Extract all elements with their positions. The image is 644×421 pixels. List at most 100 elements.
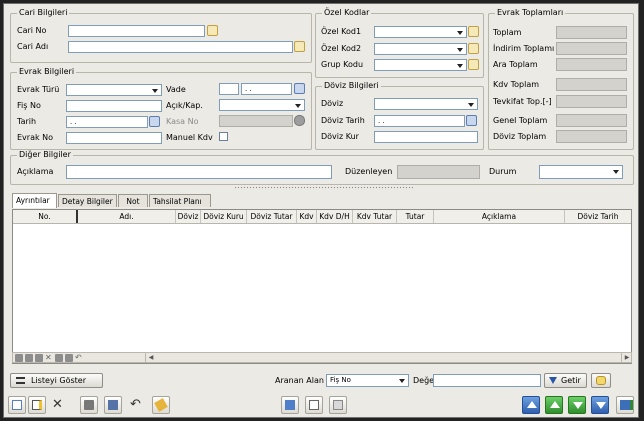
kasa-no-label: Kasa No <box>166 117 199 126</box>
getir-button[interactable]: Getir <box>544 373 587 388</box>
col-doviz[interactable]: Döviz <box>176 210 201 223</box>
aciklama-field[interactable] <box>66 165 332 179</box>
scroll-left-icon[interactable]: ◀ <box>145 353 156 362</box>
vade-date-field[interactable]: . . <box>241 83 292 95</box>
doviz-kur-field[interactable] <box>374 131 478 143</box>
save-icon <box>108 400 118 410</box>
last-record-icon <box>596 402 606 409</box>
ozel-kod1-label: Özel Kod1 <box>321 27 362 36</box>
col-doviz-tarih[interactable]: Döviz Tarih <box>565 210 631 223</box>
toplam-field <box>556 26 627 39</box>
nav-cancel-icon[interactable]: ↶ <box>75 354 83 362</box>
diger-bilgiler-title: Diğer Bilgiler <box>17 150 73 160</box>
deger-field[interactable] <box>433 374 541 387</box>
col-aciklama[interactable]: Açıklama <box>434 210 565 223</box>
grup-kodu-search-icon[interactable] <box>468 59 479 70</box>
evrak-turu-select[interactable] <box>66 84 162 96</box>
first-record-button[interactable] <box>522 396 540 414</box>
nav-edit-icon[interactable] <box>55 354 63 362</box>
cari-no-field[interactable] <box>68 25 205 37</box>
undo-icon: ↶ <box>130 397 141 412</box>
next-record-button[interactable] <box>568 396 586 414</box>
cari-adi-search-icon[interactable] <box>294 41 305 52</box>
nav-delete-icon[interactable]: ✕ <box>45 354 53 362</box>
col-kdv[interactable]: Kdv <box>297 210 317 223</box>
vade-calendar-icon[interactable] <box>294 83 305 94</box>
edit-document-button[interactable] <box>28 396 46 414</box>
duzenleyen-label: Düzenleyen <box>345 167 393 176</box>
search-person-button[interactable] <box>591 373 611 388</box>
tab-ayrintilar[interactable]: Ayrıntılar <box>12 193 57 208</box>
undo-button[interactable]: ↶ <box>126 396 144 414</box>
calculator-button[interactable] <box>281 396 299 414</box>
col-kdv-dh[interactable]: Kdv D/H <box>317 210 353 223</box>
vade-days-field[interactable] <box>219 83 239 95</box>
doviz-select[interactable] <box>374 98 478 110</box>
nav-post-icon[interactable] <box>65 354 73 362</box>
aranan-alan-select[interactable]: Fiş No <box>326 374 409 387</box>
grid-navigator: ✕ ↶ ◀ ▶ <box>12 352 632 363</box>
doviz-toplam-label: Döviz Toplam <box>493 132 547 141</box>
acik-kap-select[interactable] <box>219 99 305 111</box>
exit-button[interactable] <box>616 396 634 414</box>
grup-kodu-select[interactable] <box>374 59 467 71</box>
col-kdv-tutar[interactable]: Kdv Tutar <box>353 210 397 223</box>
cari-adi-field[interactable] <box>68 41 293 53</box>
nav-insert-icon[interactable] <box>35 354 43 362</box>
splitter-handle[interactable] <box>234 186 414 190</box>
toplam-label: Toplam <box>493 28 522 37</box>
acik-kap-label: Açık/Kap. <box>166 101 203 110</box>
col-no[interactable]: No. <box>13 210 78 223</box>
document-list-button[interactable] <box>329 396 347 414</box>
tab-detay-bilgiler[interactable]: Detay Bilgiler <box>58 194 117 207</box>
new-document-button[interactable] <box>8 396 26 414</box>
prev-record-icon <box>550 401 560 408</box>
first-record-icon <box>527 401 537 408</box>
tarih-calendar-icon[interactable] <box>149 116 160 127</box>
next-record-icon <box>573 402 583 409</box>
print-button[interactable] <box>80 396 98 414</box>
doviz-tarih-label: Döviz Tarih <box>321 116 365 125</box>
manuel-kdv-checkbox[interactable] <box>219 132 228 141</box>
doviz-toplam-field <box>556 130 627 143</box>
nav-first-icon[interactable] <box>15 354 23 362</box>
prev-record-button[interactable] <box>545 396 563 414</box>
kdv-toplam-label: Kdv Toplam <box>493 80 540 89</box>
genel-toplam-field <box>556 114 627 127</box>
ozel-kod1-select[interactable] <box>374 26 467 38</box>
last-record-button[interactable] <box>591 396 609 414</box>
cari-no-label: Cari No <box>17 26 47 35</box>
tarih-field[interactable]: . . <box>66 116 148 128</box>
evrak-no-label: Evrak No <box>17 133 54 142</box>
cari-no-search-icon[interactable] <box>207 25 218 36</box>
eraser-button[interactable] <box>152 396 170 414</box>
col-doviz-kuru[interactable]: Döviz Kuru <box>201 210 247 223</box>
save-button[interactable] <box>104 396 122 414</box>
evrak-bilgileri-title: Evrak Bilgileri <box>17 67 77 77</box>
ozel-kod1-search-icon[interactable] <box>468 26 479 37</box>
doviz-tarih-field[interactable]: . . <box>374 115 465 127</box>
fis-no-field[interactable] <box>66 100 162 112</box>
ozel-kod2-search-icon[interactable] <box>468 43 479 54</box>
kdv-toplam-field <box>556 78 627 91</box>
tab-tahsilat-plani[interactable]: Tahsilat Planı <box>149 194 211 207</box>
list-icon <box>16 377 25 384</box>
doviz-bilgileri-title: Döviz Bilgileri <box>322 81 381 91</box>
delete-button[interactable]: ✕ <box>48 396 66 414</box>
evrak-toplamlari-title: Evrak Toplamları <box>495 8 566 18</box>
listeyi-goster-button[interactable]: Listeyi Göster <box>10 373 103 388</box>
tab-not[interactable]: Not <box>118 194 148 207</box>
col-adi[interactable]: Adı. <box>78 210 176 223</box>
vade-label: Vade <box>166 85 186 94</box>
duzenleyen-field <box>397 165 480 179</box>
col-doviz-tutar[interactable]: Döviz Tutar <box>247 210 297 223</box>
detail-grid[interactable]: No. Adı. Döviz Döviz Kuru Döviz Tutar Kd… <box>12 209 632 364</box>
col-tutar[interactable]: Tutar <box>397 210 434 223</box>
doviz-tarih-calendar-icon[interactable] <box>466 115 477 126</box>
scroll-right-icon[interactable]: ▶ <box>621 353 632 362</box>
ozel-kod2-select[interactable] <box>374 43 467 55</box>
durum-select[interactable] <box>539 165 623 179</box>
evrak-no-field[interactable] <box>66 132 162 144</box>
nav-prev-icon[interactable] <box>25 354 33 362</box>
mail-button[interactable] <box>305 396 323 414</box>
